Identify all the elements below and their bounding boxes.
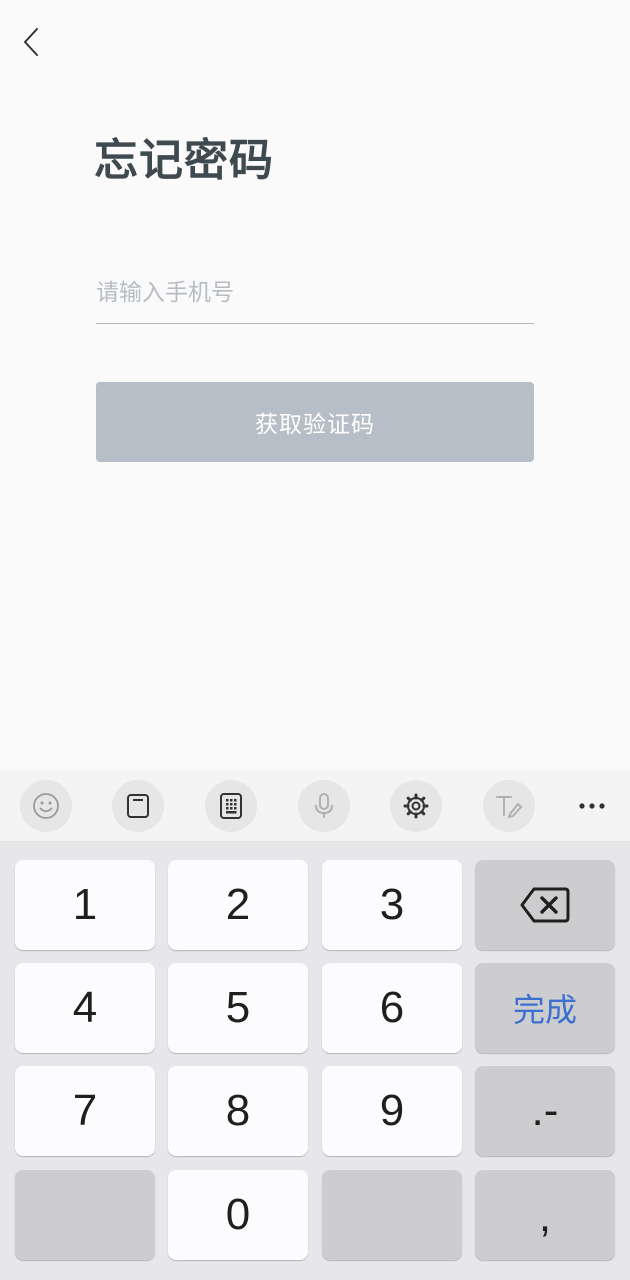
get-code-button[interactable]: 获取验证码 <box>96 382 534 462</box>
settings-button[interactable] <box>390 780 442 832</box>
back-button[interactable] <box>14 24 48 60</box>
more-icon <box>579 803 605 809</box>
more-button[interactable] <box>566 780 618 832</box>
blank-key-left <box>15 1170 155 1260</box>
key-4[interactable]: 4 <box>15 963 155 1053</box>
key-1[interactable]: 1 <box>15 860 155 950</box>
chevron-left-icon <box>24 28 38 56</box>
clipboard-button[interactable] <box>112 780 164 832</box>
backspace-key[interactable] <box>475 860 615 950</box>
emoji-button[interactable] <box>20 780 72 832</box>
keyboard-layout-icon <box>220 793 242 819</box>
blank-key-right <box>322 1170 462 1260</box>
clipboard-icon <box>127 794 149 818</box>
keyboard-layout-button[interactable] <box>205 780 257 832</box>
page-title: 忘记密码 <box>94 135 274 186</box>
done-key[interactable]: 完成 <box>475 963 615 1053</box>
voice-input-button[interactable] <box>298 780 350 832</box>
microphone-icon <box>315 793 333 818</box>
key-5[interactable]: 5 <box>168 963 308 1053</box>
keyboard-toolbar <box>0 770 630 842</box>
settings-icon <box>403 793 429 819</box>
key-3[interactable]: 3 <box>322 860 462 950</box>
numeric-keypad: 1 2 3 4 5 6 完成 7 8 9 .- 0 , <box>0 842 630 1280</box>
handwriting-button[interactable] <box>483 780 535 832</box>
key-2[interactable]: 2 <box>168 860 308 950</box>
key-0[interactable]: 0 <box>168 1170 308 1260</box>
comma-key[interactable]: , <box>475 1170 615 1260</box>
phone-input[interactable] <box>96 262 534 324</box>
backspace-icon <box>520 887 570 923</box>
key-6[interactable]: 6 <box>322 963 462 1053</box>
emoji-icon <box>33 793 59 819</box>
key-8[interactable]: 8 <box>168 1066 308 1156</box>
handwriting-icon <box>496 796 523 819</box>
key-9[interactable]: 9 <box>322 1066 462 1156</box>
dot-dash-key[interactable]: .- <box>475 1066 615 1156</box>
key-7[interactable]: 7 <box>15 1066 155 1156</box>
